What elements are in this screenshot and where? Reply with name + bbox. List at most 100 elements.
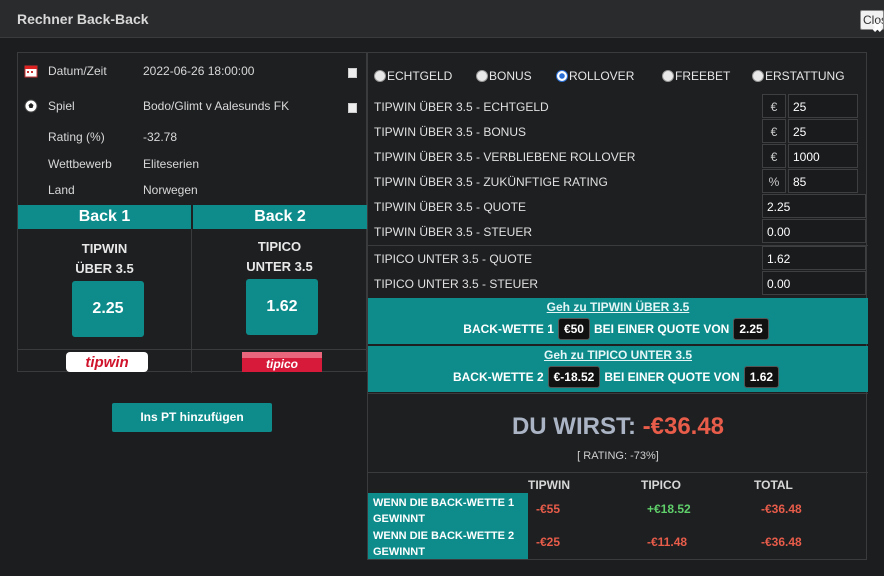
result-box: DU WIRST: -€36.48 [ RATING: -73%] — [368, 393, 868, 473]
back-bet-1-label: BACK-WETTE 1 — [463, 322, 554, 336]
field-row-bonus: TIPWIN ÜBER 3.5 - BONUS € 25 — [368, 119, 868, 144]
back-2-card: TIPICO UNTER 3.5 1.62 — [192, 229, 367, 349]
calculator-panel: ECHTGELD BONUS ROLLOVER FREEBET ERSTATTU… — [367, 52, 868, 560]
radio-button[interactable] — [476, 70, 488, 82]
radio-label: ERSTATTUNG — [765, 69, 845, 83]
field-row-tipwin-odds: TIPWIN ÜBER 3.5 - QUOTE 2.25 — [368, 194, 868, 219]
copy-icon[interactable] — [348, 103, 357, 113]
info-label: Land — [48, 183, 75, 197]
tipico-logo[interactable]: tipico — [242, 352, 322, 372]
info-label: Wettbewerb — [48, 157, 112, 171]
back-1-logo-cell: tipwin — [18, 349, 192, 373]
radio-button[interactable] — [662, 70, 674, 82]
radio-label: BONUS — [489, 69, 532, 83]
back-bet-2-box: Geh zu TIPICO UNTER 3.5 BACK-WETTE 2 €-1… — [368, 346, 868, 392]
info-row-match: Spiel Bodo/Glimt v Aalesunds FK — [18, 99, 368, 117]
info-row-competition: Wettbewerb Eliteserien — [18, 157, 368, 175]
back-1-card: TIPWIN ÜBER 3.5 2.25 — [18, 229, 192, 349]
table-row-label: WENN DIE BACK-WETTE 1 GEWINNT — [368, 493, 528, 526]
add-to-pt-button[interactable]: Ins PT hinzufügen — [112, 403, 272, 432]
close-icon[interactable]: ✖ — [872, 20, 883, 36]
back-2-market: UNTER 3.5 — [246, 259, 313, 274]
field-label: TIPWIN ÜBER 3.5 - ZUKÜNFTIGE RATING — [374, 175, 608, 189]
calendar-icon — [24, 65, 38, 78]
radio-button[interactable] — [374, 70, 386, 82]
field-label: TIPWIN ÜBER 3.5 - BONUS — [374, 125, 527, 139]
radio-erstattung[interactable]: ERSTATTUNG — [752, 69, 845, 83]
back-bet-1-stake: €50 — [557, 318, 590, 340]
field-label: TIPWIN ÜBER 3.5 - STEUER — [374, 225, 533, 239]
result-prefix: DU WIRST: — [511, 413, 636, 440]
back-2-odds[interactable]: 1.62 — [246, 279, 318, 335]
radio-rollover[interactable]: ROLLOVER — [556, 69, 634, 83]
back-2-logo-cell: tipico — [192, 349, 367, 373]
go-to-tipico-link[interactable]: Geh zu TIPICO UNTER 3.5 — [368, 348, 868, 362]
table-header-total: TOTAL — [754, 478, 793, 492]
back-bet-1-line: BACK-WETTE 1 €50 BEI EINER QUOTE VON 2.2… — [368, 318, 868, 340]
info-row-datetime: Datum/Zeit 2022-06-26 18:00:00 — [18, 64, 368, 82]
echtgeld-input[interactable]: 25 — [788, 94, 858, 118]
table-cell-tipwin: -€25 — [536, 535, 561, 549]
info-value: Bodo/Glimt v Aalesunds FK — [143, 99, 290, 113]
tipwin-tax-input[interactable]: 0.00 — [762, 219, 866, 243]
field-row-future-rating: TIPWIN ÜBER 3.5 - ZUKÜNFTIGE RATING % 85 — [368, 169, 868, 194]
radio-bonus[interactable]: BONUS — [476, 69, 532, 83]
field-row-rollover: TIPWIN ÜBER 3.5 - VERBLIEBENE ROLLOVER €… — [368, 144, 868, 169]
event-panel: Datum/Zeit 2022-06-26 18:00:00 Spiel Bod… — [17, 52, 368, 373]
football-icon — [24, 99, 38, 113]
info-value: -32.78 — [143, 130, 178, 144]
result-amount: -€36.48 — [642, 413, 725, 440]
radio-echtgeld[interactable]: ECHTGELD — [374, 69, 452, 83]
field-label: TIPICO UNTER 3.5 - STEUER — [374, 277, 539, 291]
radio-label: ROLLOVER — [569, 69, 635, 83]
back-bet-2-label: BACK-WETTE 2 — [452, 370, 544, 384]
radio-button[interactable] — [752, 70, 764, 82]
back-1-odds[interactable]: 2.25 — [72, 281, 144, 337]
field-row-tipico-tax: TIPICO UNTER 3.5 - STEUER 0.00 — [368, 271, 868, 296]
euro-unit: € — [762, 94, 786, 118]
info-value: Norwegen — [143, 183, 198, 197]
tipwin-logo[interactable]: tipwin — [66, 352, 148, 372]
radio-label: ECHTGELD — [387, 69, 453, 83]
copy-icon[interactable] — [348, 68, 357, 78]
table-header-tipwin: TIPWIN — [528, 478, 570, 492]
table-cell-total: -€36.48 — [761, 535, 802, 549]
odds-text: BEI EINER QUOTE VON — [604, 370, 740, 384]
rollover-input[interactable]: 1000 — [788, 144, 858, 168]
radio-freebet[interactable]: FREEBET — [662, 69, 730, 83]
info-row-country: Land Norwegen — [18, 183, 368, 201]
tipico-odds-input[interactable]: 1.62 — [762, 246, 866, 270]
euro-unit: € — [762, 119, 786, 143]
svg-text:tipwin: tipwin — [85, 354, 128, 371]
future-rating-input[interactable]: 85 — [788, 169, 858, 193]
back-2-bookmaker: TIPICO — [257, 239, 302, 254]
table-cell-tipwin: -€55 — [536, 502, 561, 516]
info-label: Rating (%) — [48, 130, 105, 144]
title-bar: Rechner Back-Back — [0, 0, 884, 38]
euro-unit: € — [762, 144, 786, 168]
back-1-header: Back 1 — [18, 205, 191, 229]
back-bet-1-box: Geh zu TIPWIN ÜBER 3.5 BACK-WETTE 1 €50 … — [368, 298, 868, 344]
back-bet-2-line: BACK-WETTE 2 €-18.52 BEI EINER QUOTE VON… — [368, 366, 868, 388]
window-title: Rechner Back-Back — [17, 11, 149, 27]
info-label: Spiel — [48, 99, 75, 113]
table-cell-total: -€36.48 — [761, 502, 802, 516]
bonus-input[interactable]: 25 — [788, 119, 858, 143]
go-to-tipwin-link[interactable]: Geh zu TIPWIN ÜBER 3.5 — [368, 300, 868, 314]
odds-text: BEI EINER QUOTE VON — [593, 322, 730, 336]
radio-button-selected[interactable] — [556, 70, 568, 82]
result-heading: DU WIRST: -€36.48 — [368, 413, 868, 441]
field-label: TIPICO UNTER 3.5 - QUOTE — [374, 252, 533, 266]
table-cell-tipico: -€11.48 — [647, 535, 688, 549]
field-row-echtgeld: TIPWIN ÜBER 3.5 - ECHTGELD € 25 — [368, 94, 868, 119]
table-row-label: WENN DIE BACK-WETTE 2 GEWINNT — [368, 526, 528, 559]
back-1-market: ÜBER 3.5 — [75, 261, 134, 276]
tipico-tax-input[interactable]: 0.00 — [762, 271, 866, 295]
tipwin-odds-input[interactable]: 2.25 — [762, 194, 866, 218]
field-label: TIPWIN ÜBER 3.5 - VERBLIEBENE ROLLOVER — [374, 150, 636, 164]
bet-type-radio-group: ECHTGELD BONUS ROLLOVER FREEBET ERSTATTU… — [368, 69, 868, 87]
field-row-tipico-odds: TIPICO UNTER 3.5 - QUOTE 1.62 — [368, 246, 868, 271]
info-value: Eliteserien — [143, 157, 200, 171]
field-label: TIPWIN ÜBER 3.5 - QUOTE — [374, 200, 527, 214]
back-bet-2-stake: €-18.52 — [547, 366, 601, 388]
